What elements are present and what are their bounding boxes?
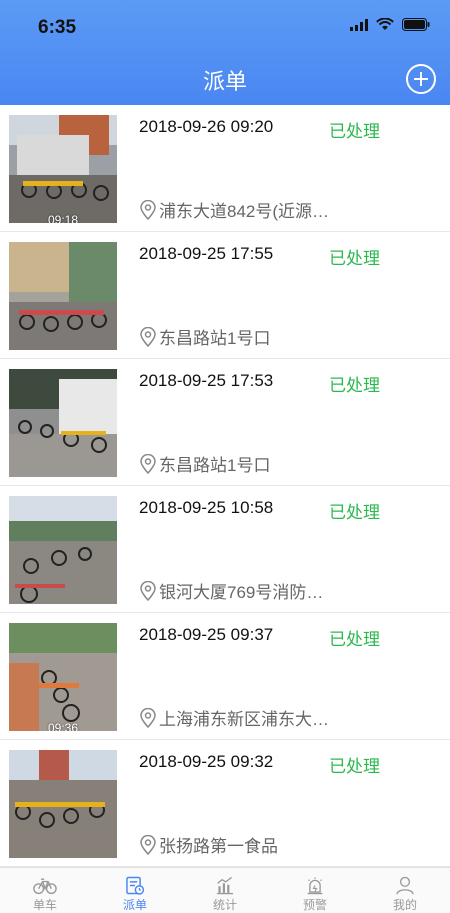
user-icon [396,876,414,895]
wifi-icon [376,17,394,36]
order-datetime: 2018-09-25 10:58 [139,498,274,517]
order-photo: 09:36 [9,623,117,731]
add-button[interactable] [406,64,436,94]
tab-label: 预警 [302,898,327,912]
order-location-text: 银河大厦769号消防… [159,583,324,602]
order-location: 张扬路第一食品 [139,832,278,857]
order-photo [9,242,117,350]
order-datetime: 2018-09-25 09:37 [139,625,274,644]
order-row[interactable]: 2018-09-25 17:55 已处理 东昌路站1号口 [0,232,450,359]
order-datetime: 2018-09-26 09:20 [139,117,274,136]
order-location: 上海浦东新区浦东大… [139,705,329,730]
order-row[interactable]: 2018-09-25 10:58 已处理 银河大厦769号消防… [0,486,450,613]
tab-profile[interactable]: 我的 [360,868,450,913]
order-photo [9,369,117,477]
location-pin-icon [140,199,156,220]
tab-label: 我的 [392,898,417,912]
order-datetime: 2018-09-25 17:55 [139,244,274,263]
order-location: 东昌路站1号口 [139,324,270,349]
location-pin-icon [140,580,156,601]
tab-dispatch[interactable]: 派单 [90,868,180,913]
order-datetime: 2018-09-25 09:32 [139,752,274,771]
order-datetime: 2018-09-25 17:53 [139,371,274,390]
order-status: 已处理 [329,503,380,522]
order-status: 已处理 [329,630,380,649]
order-photo: 09:18 [9,115,117,223]
order-row[interactable]: 09:36 2018-09-25 09:37 已处理 上海浦东新区浦东大… [0,613,450,740]
photo-timestamp: 09:36 [47,721,79,731]
order-row[interactable]: 2018-09-25 09:32 已处理 张扬路第一食品 [0,740,450,867]
order-location-text: 东昌路站1号口 [159,456,271,475]
order-location: 东昌路站1号口 [139,451,270,476]
location-pin-icon [140,707,156,728]
order-row[interactable]: 09:18 2018-09-26 09:20 已处理 浦东大道842号(近源… [0,105,450,232]
status-time: 6:35 [38,17,77,38]
location-pin-icon [140,453,156,474]
tab-bicycle[interactable]: 单车 [0,868,90,913]
order-photo [9,496,117,604]
status-icons [350,17,430,36]
order-status: 已处理 [329,122,380,141]
order-location-text: 上海浦东新区浦东大… [159,710,329,729]
order-list: 09:18 2018-09-26 09:20 已处理 浦东大道842号(近源… [0,105,450,867]
tab-bar: 单车 派单 统计 预警 我的 [0,867,450,913]
chart-icon [216,876,234,895]
location-pin-icon [140,834,156,855]
order-row[interactable]: 2018-09-25 17:53 已处理 东昌路站1号口 [0,359,450,486]
tab-statistics[interactable]: 统计 [180,868,270,913]
bicycle-icon [33,878,57,895]
tab-alert[interactable]: 预警 [270,868,360,913]
header: 6:35 派单 [0,0,450,105]
status-bar: 6:35 [0,0,450,50]
battery-icon [402,18,430,36]
order-photo [9,750,117,858]
order-location-text: 浦东大道842号(近源… [159,202,330,221]
order-location-text: 张扬路第一食品 [159,837,278,856]
page-title: 派单 [202,69,247,94]
signal-icon [350,18,368,36]
order-location-text: 东昌路站1号口 [159,329,271,348]
dispatch-icon [126,876,145,895]
tab-label: 统计 [212,898,237,912]
order-status: 已处理 [329,249,380,268]
order-location: 银河大厦769号消防… [139,578,323,603]
photo-timestamp: 09:18 [47,213,79,223]
alert-icon [307,877,323,895]
tab-label: 单车 [32,898,57,912]
order-location: 浦东大道842号(近源… [139,197,329,222]
plus-icon [414,72,428,86]
location-pin-icon [140,326,156,347]
order-status: 已处理 [329,757,380,776]
tab-label: 派单 [122,898,147,912]
order-status: 已处理 [329,376,380,395]
